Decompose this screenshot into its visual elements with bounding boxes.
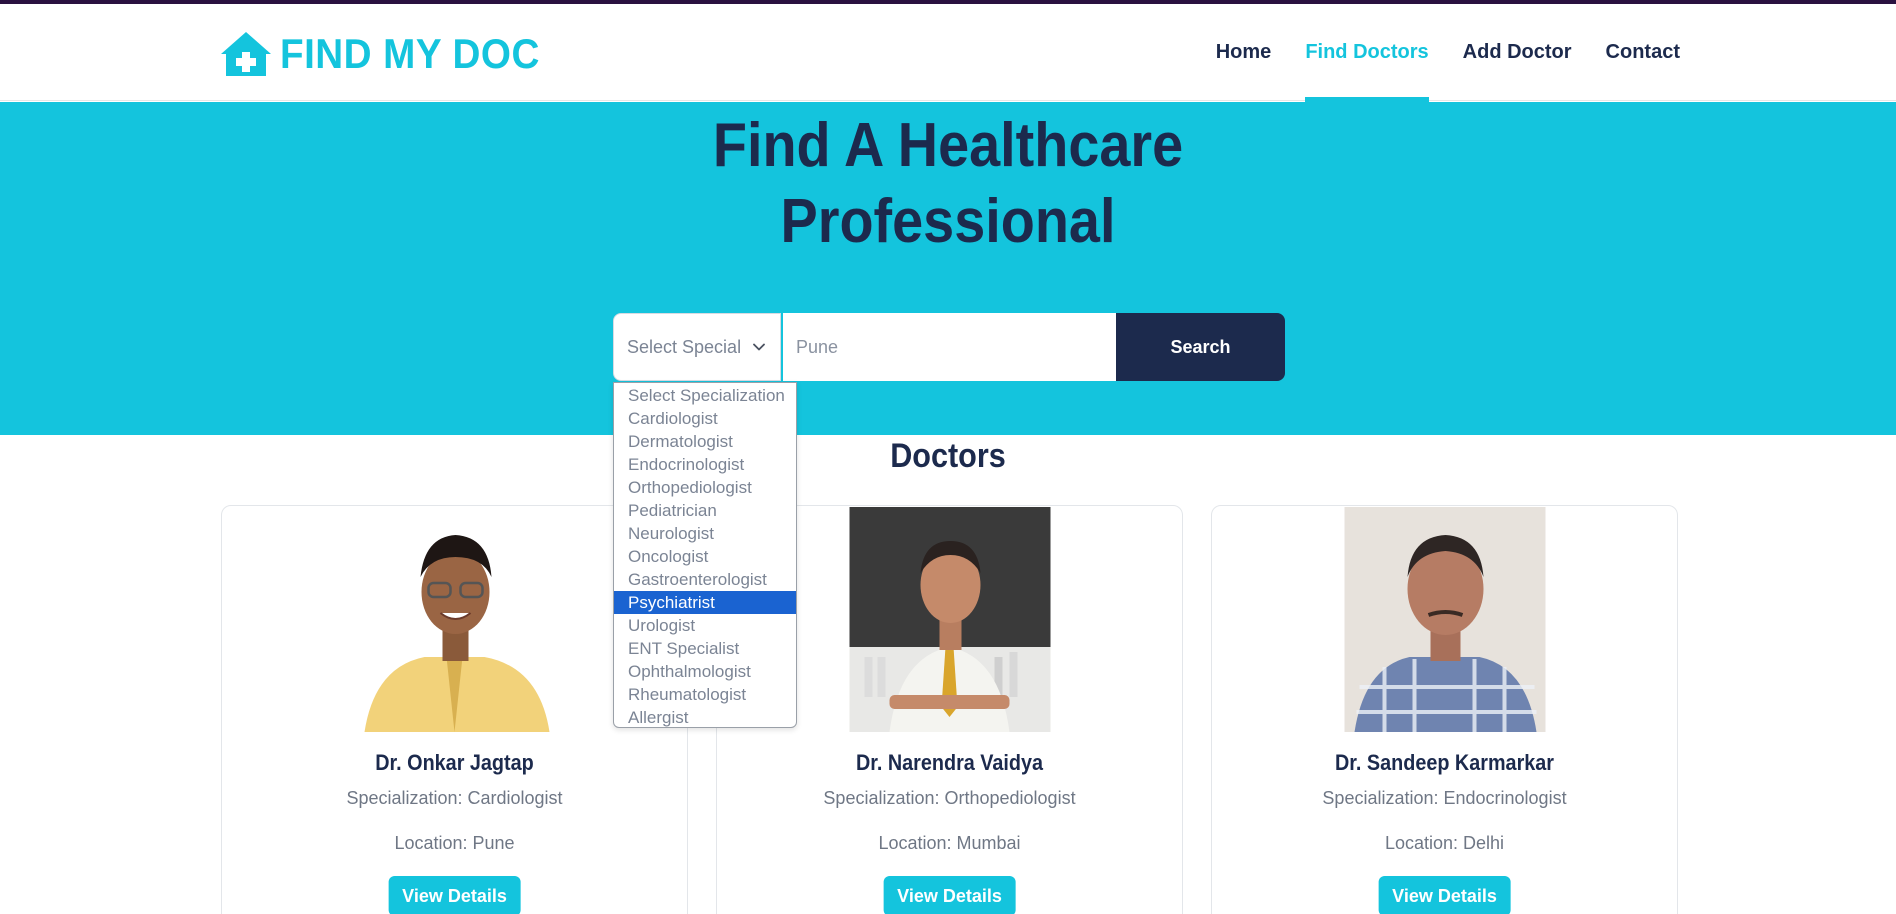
hero-section: Find A Healthcare Professional Select Sp… [0,102,1896,435]
dropdown-option[interactable]: Endocrinologist [614,453,796,476]
dropdown-option[interactable]: Ophthalmologist [614,660,796,683]
doctor-cards: Dr. Onkar Jagtap Specialization: Cardiol… [221,505,1678,914]
view-details-button[interactable]: View Details [883,876,1016,914]
dropdown-option[interactable]: Gastroenterologist [614,568,796,591]
dropdown-option[interactable]: Orthopediologist [614,476,796,499]
doctor-card: Dr. Sandeep Karmarkar Specialization: En… [1211,505,1678,914]
dropdown-option-highlighted[interactable]: Psychiatrist [614,591,796,614]
specialization-dropdown-list: Select Specialization Cardiologist Derma… [613,382,797,728]
chevron-down-icon [753,343,765,351]
dropdown-option[interactable]: Select Specialization [614,384,796,407]
nav-home[interactable]: Home [1216,4,1272,101]
dropdown-option[interactable]: Neurologist [614,522,796,545]
nav-find-doctors[interactable]: Find Doctors [1305,4,1430,102]
doctor-name: Dr. Narendra Vaidya [855,750,1044,775]
house-medical-icon [221,32,271,76]
doctor-specialization: Specialization: Endocrinologist [1322,788,1567,808]
doctor-location: Location: Delhi [1384,833,1505,853]
nav-add-doctor[interactable]: Add Doctor [1463,4,1572,101]
location-input[interactable] [781,313,1116,381]
dropdown-option[interactable]: Pediatrician [614,499,796,522]
doctor-photo [354,507,555,732]
doctor-specialization: Specialization: Orthopediologist [823,788,1076,808]
dropdown-option[interactable]: Dermatologist [614,430,796,453]
view-details-button[interactable]: View Details [388,876,521,914]
doctor-photo [849,507,1050,732]
search-button[interactable]: Search [1116,313,1285,381]
doctor-photo [1344,507,1545,732]
doctors-section-title: Doctors [890,437,1006,475]
nav-contact[interactable]: Contact [1606,4,1680,101]
search-form: Select Special Search [613,313,1285,381]
doctor-name: Dr. Sandeep Karmarkar [1334,750,1555,775]
navbar: FIND MY DOC Home Find Doctors Add Doctor… [0,4,1896,102]
hero-title-line2: Professional [780,187,1116,256]
dropdown-option[interactable]: Cardiologist [614,407,796,430]
dropdown-option[interactable]: Allergist [614,706,796,729]
specialization-select[interactable]: Select Special [613,313,781,381]
doctor-specialization: Specialization: Cardiologist [346,788,563,808]
main-nav: Home Find Doctors Add Doctor Contact [1216,4,1680,102]
doctor-location: Location: Pune [394,833,515,853]
hero-title: Find A Healthcare Professional [95,108,1801,260]
hero-title-line1: Find A Healthcare [712,111,1184,180]
doctor-name: Dr. Onkar Jagtap [375,750,534,775]
view-details-button[interactable]: View Details [1378,876,1511,914]
brand-logo[interactable]: FIND MY DOC [220,26,562,82]
dropdown-option[interactable]: Urologist [614,614,796,637]
dropdown-option[interactable]: Oncologist [614,545,796,568]
dropdown-option[interactable]: ENT Specialist [614,637,796,660]
specialization-select-value: Select Special [627,336,742,357]
doctor-location: Location: Mumbai [878,833,1021,853]
brand-name: FIND MY DOC [280,30,540,77]
dropdown-option[interactable]: Rheumatologist [614,683,796,706]
